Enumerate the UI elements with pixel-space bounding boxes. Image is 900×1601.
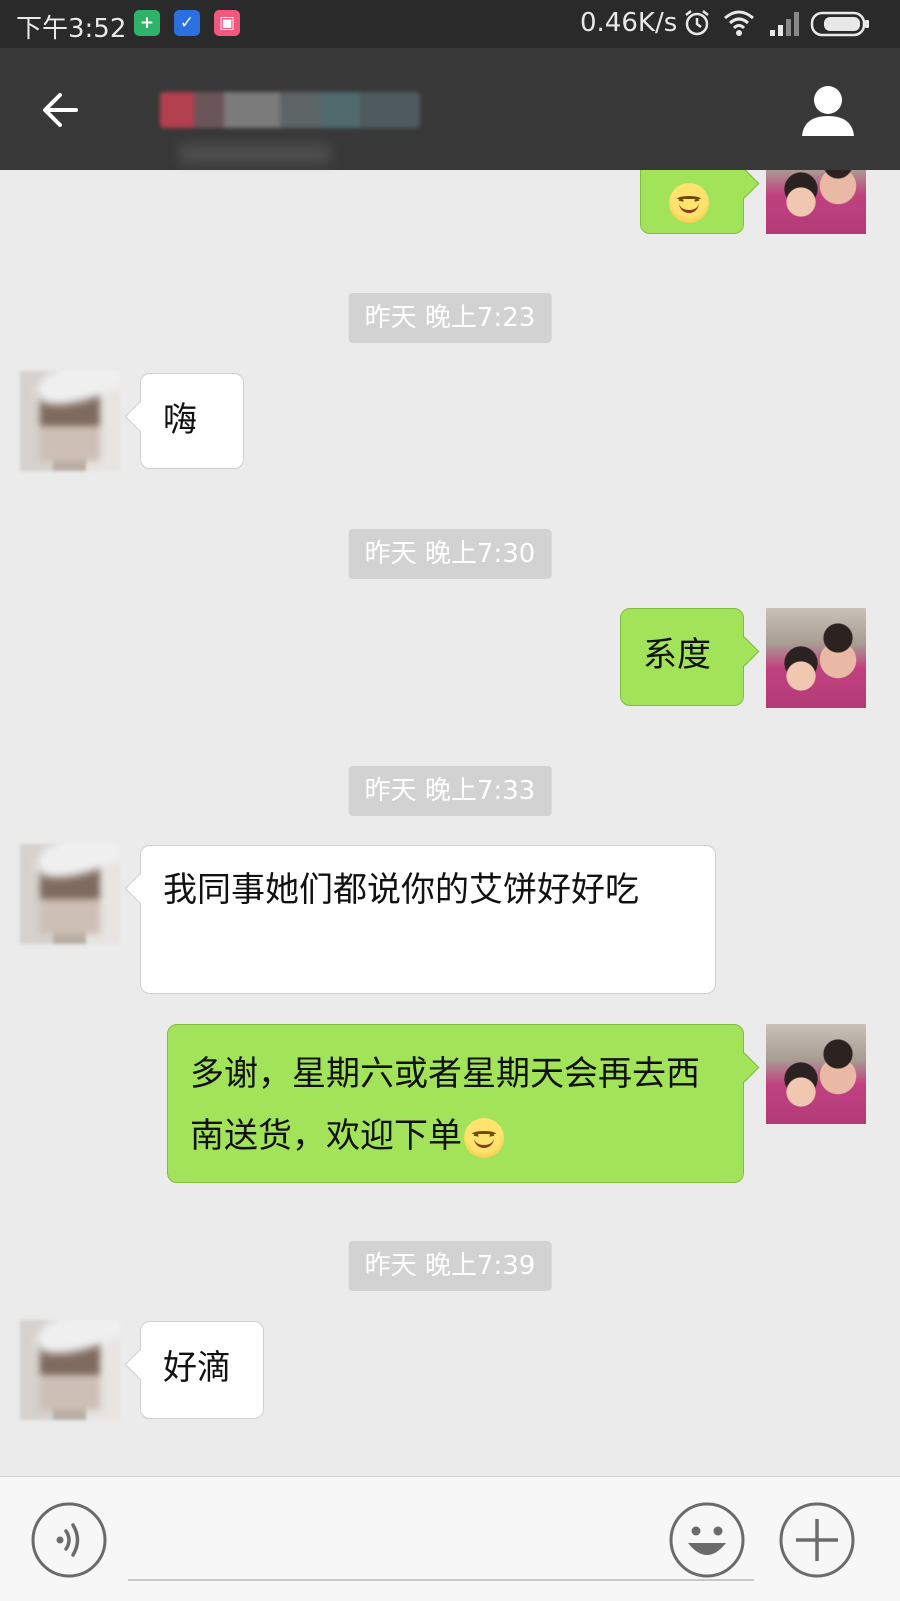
alarm-icon <box>685 10 709 36</box>
message-timestamp: 昨天 晚上7:30 <box>348 529 552 579</box>
app-badge-icon: ▣ <box>214 10 240 36</box>
status-bar: 下午3:52 + ✓ ▣ 0.46K/s <box>0 0 900 48</box>
self-avatar[interactable] <box>766 608 866 708</box>
battery-icon <box>810 11 869 37</box>
incoming-message[interactable]: 我同事她们都说你的艾饼好好吃 <box>140 845 716 994</box>
message-timestamp: 昨天 晚上7:23 <box>348 293 552 343</box>
contact-avatar[interactable] <box>20 844 120 944</box>
outgoing-message[interactable]: 系度 <box>620 608 744 706</box>
outgoing-message[interactable]: 多谢，星期六或者星期天会再去西南送货，欢迎下单 <box>167 1024 744 1183</box>
message-timestamp: 昨天 晚上7:39 <box>348 1241 552 1291</box>
more-options-plus-button[interactable] <box>778 1501 856 1579</box>
voice-input-button[interactable] <box>30 1501 108 1579</box>
chat-title-blur <box>180 144 330 164</box>
self-avatar[interactable] <box>766 1024 866 1124</box>
chat-header <box>0 48 900 170</box>
back-button[interactable] <box>34 82 90 138</box>
message-timestamp: 昨天 晚上7:33 <box>348 766 552 816</box>
emoji-button[interactable] <box>668 1501 746 1579</box>
outgoing-message[interactable] <box>640 170 744 234</box>
message-input[interactable] <box>128 1505 754 1581</box>
message-text: 好滴 <box>163 1348 231 1388</box>
input-bar <box>0 1476 900 1601</box>
wifi-icon <box>724 10 754 36</box>
message-text: 嗨 <box>163 400 197 440</box>
check-shield-icon: ✓ <box>174 10 200 36</box>
contact-avatar[interactable] <box>20 1320 120 1420</box>
network-speed: 0.46K/s <box>580 8 678 38</box>
incoming-message[interactable]: 好滴 <box>140 1321 264 1419</box>
message-text: 系度 <box>643 635 711 675</box>
self-avatar[interactable] <box>766 170 866 234</box>
message-text: 多谢，星期六或者星期天会再去西南送货，欢迎下单 <box>190 1054 700 1156</box>
smile-blush-emoji-icon <box>464 1117 504 1158</box>
smile-blush-emoji-icon <box>669 183 709 223</box>
status-time: 下午3:52 <box>16 14 127 44</box>
signal-icon <box>770 12 799 36</box>
chat-title <box>160 92 420 128</box>
shield-plus-icon: + <box>134 10 160 36</box>
message-text: 我同事她们都说你的艾饼好好吃 <box>163 870 639 910</box>
contact-profile-button[interactable] <box>796 82 860 142</box>
message-list[interactable]: 昨天 晚上7:23 嗨 昨天 晚上7:30 系度 昨天 晚上7:33 我同事她们… <box>0 170 900 1476</box>
incoming-message[interactable]: 嗨 <box>140 373 244 469</box>
contact-avatar[interactable] <box>20 371 120 471</box>
